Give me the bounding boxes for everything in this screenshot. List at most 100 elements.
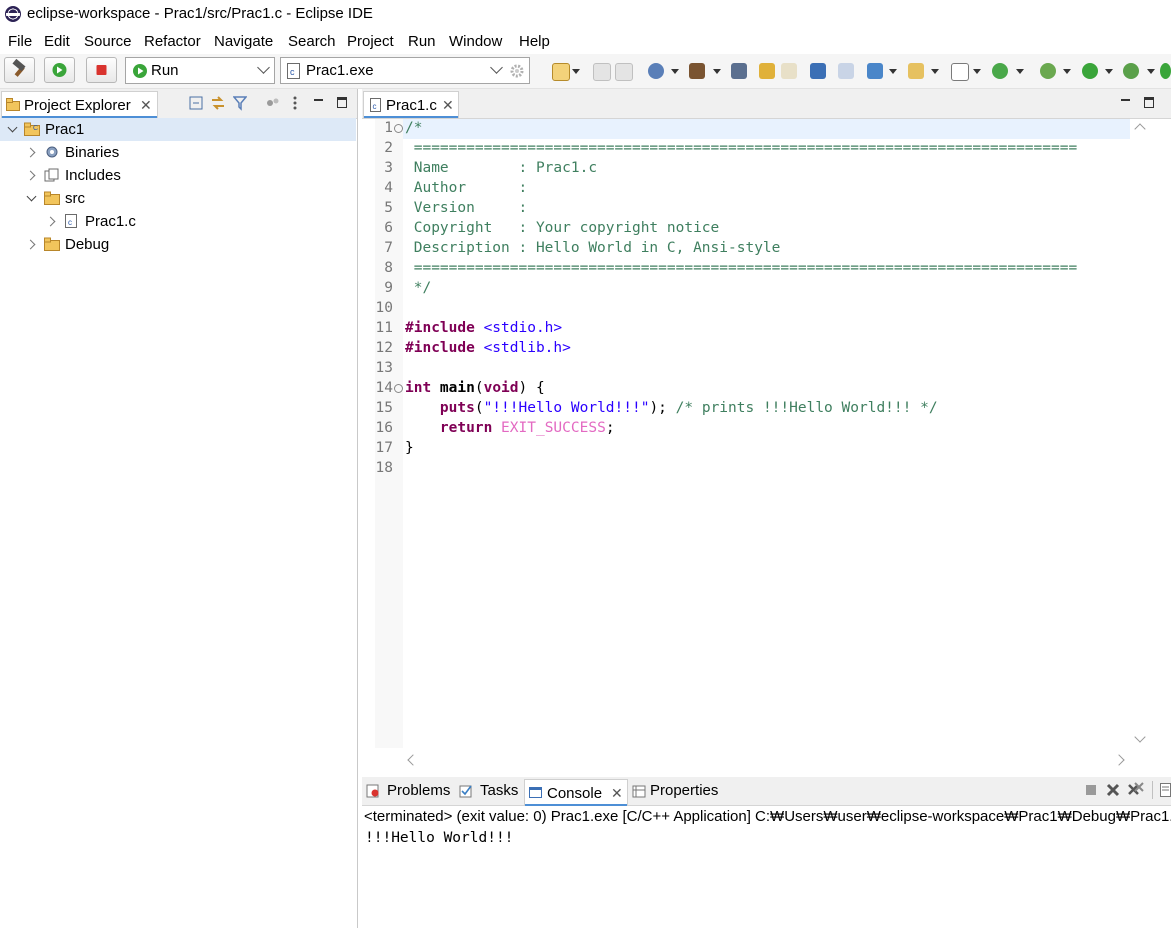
terminate-button[interactable] (86, 57, 117, 83)
tree-item-includes[interactable]: Includes (0, 164, 356, 187)
tab-tasks[interactable]: Tasks (459, 782, 518, 799)
focus-icon[interactable] (265, 96, 281, 110)
menu-edit[interactable]: Edit (44, 33, 70, 50)
terminate-icon[interactable] (1086, 785, 1096, 795)
launch-config-select[interactable]: c Prac1.exe (280, 57, 530, 84)
menu-project[interactable]: Project (347, 33, 394, 50)
line-number: 2 (384, 140, 393, 156)
horizontal-scrollbar[interactable] (403, 752, 1130, 768)
console-icon[interactable] (810, 63, 826, 79)
save-icon[interactable] (593, 63, 611, 81)
chevron-down-icon[interactable] (26, 191, 37, 202)
view-menu-icon[interactable] (292, 95, 298, 111)
menu-window[interactable]: Window (449, 33, 502, 50)
tab-prac1-c[interactable]: c Prac1.c ✕ (363, 91, 459, 118)
scroll-right-icon[interactable] (1113, 754, 1125, 766)
close-icon[interactable]: ✕ (611, 785, 623, 802)
chevron-down-icon[interactable] (671, 69, 679, 74)
tree-item-debug[interactable]: Debug (0, 233, 356, 256)
menu-navigate[interactable]: Navigate (214, 33, 273, 50)
run-icon[interactable] (1082, 63, 1098, 79)
menu-file[interactable]: File (8, 33, 32, 50)
chevron-right-icon[interactable] (25, 147, 36, 158)
chevron-down-icon[interactable] (931, 69, 939, 74)
stop-icon (96, 65, 107, 75)
maximize-icon[interactable] (337, 97, 347, 108)
tab-console[interactable]: Console ✕ (524, 779, 628, 806)
gear-icon[interactable] (509, 63, 525, 79)
build-button[interactable] (4, 57, 35, 83)
menu-run[interactable]: Run (408, 33, 436, 50)
close-icon[interactable]: ✕ (442, 97, 454, 114)
chevron-down-icon[interactable] (1105, 69, 1113, 74)
remove-all-launches-icon[interactable] (1128, 782, 1144, 798)
new-file-icon[interactable] (951, 63, 969, 81)
string-literal: "!!!Hello World!!!" (483, 400, 650, 416)
menu-refactor[interactable]: Refactor (144, 33, 201, 50)
collapse-all-icon[interactable] (189, 96, 203, 110)
menu-search[interactable]: Search (288, 33, 336, 50)
link-with-editor-icon[interactable] (210, 95, 226, 111)
code-line-14: int main(void) { (405, 380, 545, 396)
chevron-right-icon[interactable] (45, 216, 56, 227)
tree-item-prac1-c[interactable]: c Prac1.c (0, 210, 356, 233)
chevron-down-icon[interactable] (7, 122, 18, 133)
debug-icon[interactable] (1040, 63, 1056, 79)
chevron-down-icon[interactable] (1016, 69, 1024, 74)
maximize-icon[interactable] (1144, 97, 1154, 108)
hammer-icon[interactable] (689, 63, 705, 79)
filter-icon[interactable] (233, 95, 247, 111)
new-folder-icon[interactable] (908, 63, 924, 79)
fold-toggle-icon[interactable] (394, 384, 403, 393)
launch-button[interactable] (44, 57, 75, 83)
folder-icon (44, 237, 60, 251)
external-tools-icon[interactable] (1160, 63, 1171, 79)
back-icon[interactable] (759, 63, 775, 79)
scroll-left-icon[interactable] (407, 754, 419, 766)
search-icon[interactable] (838, 63, 854, 79)
remove-launch-icon[interactable] (1106, 783, 1120, 797)
tree-item-src[interactable]: src (0, 187, 356, 210)
preprocessor-keyword: #include (405, 320, 475, 336)
includes-icon (44, 168, 59, 182)
properties-icon (632, 785, 646, 798)
code-line-12: #include <stdlib.h> (405, 340, 571, 356)
tree-item-binaries[interactable]: Binaries (0, 141, 356, 164)
chevron-right-icon[interactable] (25, 239, 36, 250)
chevron-down-icon[interactable] (713, 69, 721, 74)
new-class-icon[interactable] (992, 63, 1008, 79)
chevron-right-icon[interactable] (25, 170, 36, 181)
clear-console-icon[interactable] (1160, 783, 1171, 797)
chevron-down-icon[interactable] (572, 69, 580, 74)
problems-icon (366, 784, 379, 798)
new-icon[interactable] (552, 63, 570, 81)
coverage-icon[interactable] (1123, 63, 1139, 79)
minimize-icon[interactable] (1121, 99, 1130, 101)
close-icon[interactable]: ✕ (140, 97, 152, 114)
launch-mode-select[interactable]: Run (125, 57, 275, 84)
console-output[interactable]: !!!Hello World!!! (365, 830, 513, 846)
macro-constant: EXIT_SUCCESS (501, 420, 606, 436)
tree-item-prac1[interactable]: C Prac1 (0, 118, 356, 141)
tab-problems[interactable]: Problems (366, 782, 450, 799)
minimize-icon[interactable] (314, 99, 323, 101)
scroll-up-icon[interactable] (1134, 123, 1146, 135)
menu-help[interactable]: Help (519, 33, 550, 50)
chevron-down-icon[interactable] (1063, 69, 1071, 74)
new-project-icon[interactable] (867, 63, 883, 79)
tab-properties[interactable]: Properties (632, 782, 718, 799)
punctuation: ) { (518, 380, 545, 396)
forward-icon[interactable] (781, 63, 797, 79)
binary-icon[interactable] (731, 63, 747, 79)
chevron-down-icon[interactable] (973, 69, 981, 74)
code-line-3: Name : Prac1.c (405, 160, 598, 176)
chevron-down-icon[interactable] (1147, 69, 1155, 74)
tab-project-explorer[interactable]: Project Explorer ✕ (1, 91, 158, 118)
menu-source[interactable]: Source (84, 33, 132, 50)
target-icon[interactable] (648, 63, 664, 79)
fold-toggle-icon[interactable] (394, 124, 403, 133)
vertical-scrollbar[interactable] (1132, 119, 1148, 748)
scroll-down-icon[interactable] (1134, 731, 1146, 743)
save-all-icon[interactable] (615, 63, 633, 81)
chevron-down-icon[interactable] (889, 69, 897, 74)
